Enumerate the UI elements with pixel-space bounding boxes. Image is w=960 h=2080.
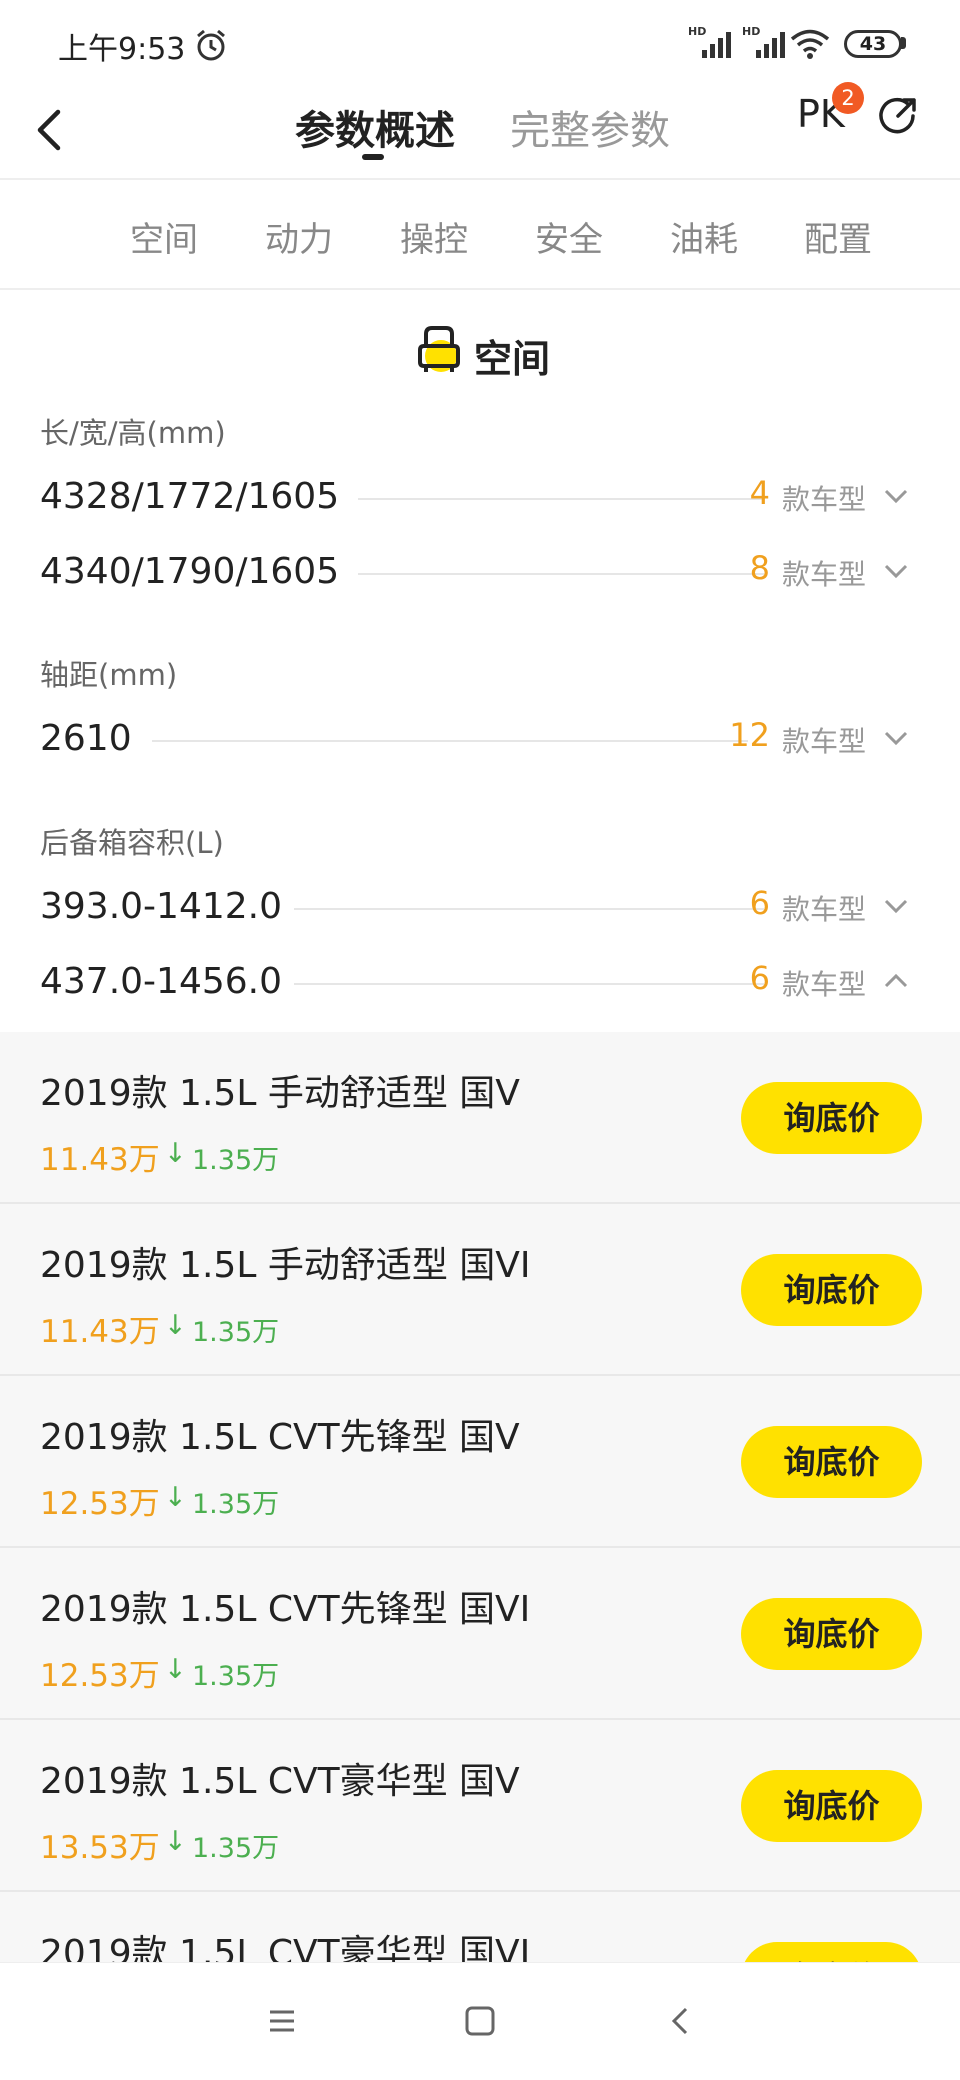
back-chevron-icon[interactable] bbox=[30, 100, 70, 160]
status-bar: 上午9:53 HD HD 43 bbox=[0, 0, 960, 84]
car-model-name: 2019款 1.5L CVT豪华型 国V bbox=[40, 1761, 520, 1802]
section-title: 空间 bbox=[474, 337, 551, 381]
wifi-icon bbox=[790, 29, 830, 59]
signal-icon: HD bbox=[742, 25, 785, 58]
price-drop-arrow-icon: ↓ bbox=[164, 1654, 187, 1685]
price-drop: 1.35万 bbox=[192, 1145, 280, 1176]
model-count-unit: 款车型 bbox=[782, 968, 867, 1001]
param-row[interactable]: 4340/1790/1605 8 款车型 bbox=[40, 545, 920, 601]
param-value: 4340/1790/1605 bbox=[40, 551, 340, 592]
price-drop: 1.35万 bbox=[192, 1317, 280, 1348]
price-drop: 1.35万 bbox=[192, 1661, 280, 1692]
car-price: 12.53万 bbox=[40, 1658, 160, 1694]
category-tabs: 空间 动力 操控 安全 油耗 配置 bbox=[0, 182, 960, 290]
tab-indicator bbox=[362, 154, 384, 160]
ask-price-button[interactable]: 询底价 bbox=[741, 1598, 922, 1670]
param-value: 393.0-1412.0 bbox=[40, 886, 283, 927]
list-item[interactable]: 2019款 1.5L CVT先锋型 国V 12.53万 ↓ 1.35万 询底价 bbox=[0, 1376, 960, 1548]
header: 参数概述 完整参数 PK 2 bbox=[0, 82, 960, 180]
model-count: 6 bbox=[749, 959, 770, 997]
ask-price-button[interactable]: 询底价 bbox=[741, 1082, 922, 1154]
subtab-fuel[interactable]: 油耗 bbox=[670, 212, 738, 261]
car-model-name: 2019款 1.5L CVT豪华型 国VI bbox=[40, 1933, 531, 1962]
alarm-icon bbox=[197, 29, 225, 61]
price-drop-arrow-icon: ↓ bbox=[164, 1138, 187, 1169]
signal-icon: HD bbox=[688, 25, 731, 58]
list-item[interactable]: 2019款 1.5L CVT豪华型 国V 13.53万 ↓ 1.35万 询底价 bbox=[0, 1720, 960, 1892]
model-count: 4 bbox=[749, 474, 770, 512]
car-model-name: 2019款 1.5L 手动舒适型 国V bbox=[40, 1073, 520, 1114]
param-row[interactable]: 2610 12 款车型 bbox=[40, 712, 920, 768]
svg-text:HD: HD bbox=[688, 25, 706, 38]
car-price: 12.53万 bbox=[40, 1486, 160, 1522]
chevron-down-icon bbox=[884, 489, 908, 504]
group-label: 轴距(mm) bbox=[40, 658, 178, 692]
seat-icon bbox=[418, 326, 460, 372]
param-row[interactable]: 393.0-1412.0 6 款车型 bbox=[40, 880, 920, 936]
subtab-space[interactable]: 空间 bbox=[130, 212, 198, 261]
battery-tip bbox=[901, 37, 906, 49]
ask-price-button[interactable]: 询底价 bbox=[741, 1942, 922, 1962]
car-model-name: 2019款 1.5L CVT先锋型 国V bbox=[40, 1417, 520, 1458]
menu-icon[interactable] bbox=[262, 2001, 302, 2041]
home-icon[interactable] bbox=[460, 2001, 500, 2041]
chevron-up-icon bbox=[884, 973, 908, 988]
car-price: 13.53万 bbox=[40, 1830, 160, 1866]
system-nav-bar bbox=[0, 1962, 960, 2080]
subtab-power[interactable]: 动力 bbox=[265, 212, 333, 261]
list-item[interactable]: 2019款 1.5L 手动舒适型 国VI 11.43万 ↓ 1.35万 询底价 bbox=[0, 1204, 960, 1376]
ask-price-button[interactable]: 询底价 bbox=[741, 1770, 922, 1842]
divider-line bbox=[152, 740, 748, 742]
battery-indicator: 43 bbox=[844, 30, 902, 58]
divider-line bbox=[358, 573, 764, 575]
divider-line bbox=[294, 983, 764, 985]
model-count-unit: 款车型 bbox=[782, 483, 867, 516]
chevron-down-icon bbox=[884, 899, 908, 914]
param-row[interactable]: 4328/1772/1605 4 款车型 bbox=[40, 470, 920, 526]
car-price: 11.43万 bbox=[40, 1314, 160, 1350]
model-count-unit: 款车型 bbox=[782, 893, 867, 926]
divider-line bbox=[294, 908, 764, 910]
ask-price-button[interactable]: 询底价 bbox=[741, 1426, 922, 1498]
param-value: 4328/1772/1605 bbox=[40, 476, 340, 517]
param-value: 2610 bbox=[40, 718, 132, 759]
model-count: 6 bbox=[749, 884, 770, 922]
car-model-name: 2019款 1.5L CVT先锋型 国VI bbox=[40, 1589, 531, 1630]
price-drop-arrow-icon: ↓ bbox=[164, 1482, 187, 1513]
price-drop: 1.35万 bbox=[192, 1489, 280, 1520]
chevron-down-icon bbox=[884, 564, 908, 579]
tab-overview[interactable]: 参数概述 bbox=[295, 98, 455, 156]
divider-line bbox=[358, 498, 764, 500]
car-price: 11.43万 bbox=[40, 1142, 160, 1178]
group-label: 长/宽/高(mm) bbox=[40, 416, 226, 450]
subtab-safety[interactable]: 安全 bbox=[535, 212, 603, 261]
price-drop-arrow-icon: ↓ bbox=[164, 1310, 187, 1341]
pk-count-badge: 2 bbox=[832, 82, 864, 114]
model-count-unit: 款车型 bbox=[782, 725, 867, 758]
price-drop-arrow-icon: ↓ bbox=[164, 1826, 187, 1857]
list-item[interactable]: 2019款 1.5L CVT豪华型 国VI 询底价 bbox=[0, 1892, 960, 1962]
subtab-handling[interactable]: 操控 bbox=[400, 212, 468, 261]
group-label: 后备箱容积(L) bbox=[40, 826, 224, 860]
model-count-unit: 款车型 bbox=[782, 558, 867, 591]
price-drop: 1.35万 bbox=[192, 1833, 280, 1864]
share-icon[interactable] bbox=[878, 96, 918, 136]
status-time: 上午9:53 bbox=[58, 32, 186, 67]
back-icon[interactable] bbox=[662, 2001, 702, 2041]
car-model-list: 2019款 1.5L 手动舒适型 国V 11.43万 ↓ 1.35万 询底价 2… bbox=[0, 1032, 960, 1962]
ask-price-button[interactable]: 询底价 bbox=[741, 1254, 922, 1326]
chevron-down-icon bbox=[884, 731, 908, 746]
section-header: 空间 bbox=[0, 322, 960, 382]
list-item[interactable]: 2019款 1.5L 手动舒适型 国V 11.43万 ↓ 1.35万 询底价 bbox=[0, 1032, 960, 1204]
car-model-name: 2019款 1.5L 手动舒适型 国VI bbox=[40, 1245, 531, 1286]
param-value: 437.0-1456.0 bbox=[40, 961, 283, 1002]
list-item[interactable]: 2019款 1.5L CVT先锋型 国VI 12.53万 ↓ 1.35万 询底价 bbox=[0, 1548, 960, 1720]
svg-text:HD: HD bbox=[742, 25, 760, 38]
model-count: 8 bbox=[749, 549, 770, 587]
param-row[interactable]: 437.0-1456.0 6 款车型 bbox=[40, 955, 920, 1011]
model-count: 12 bbox=[729, 716, 770, 754]
tab-full-params[interactable]: 完整参数 bbox=[510, 98, 670, 156]
subtab-config[interactable]: 配置 bbox=[804, 212, 872, 261]
